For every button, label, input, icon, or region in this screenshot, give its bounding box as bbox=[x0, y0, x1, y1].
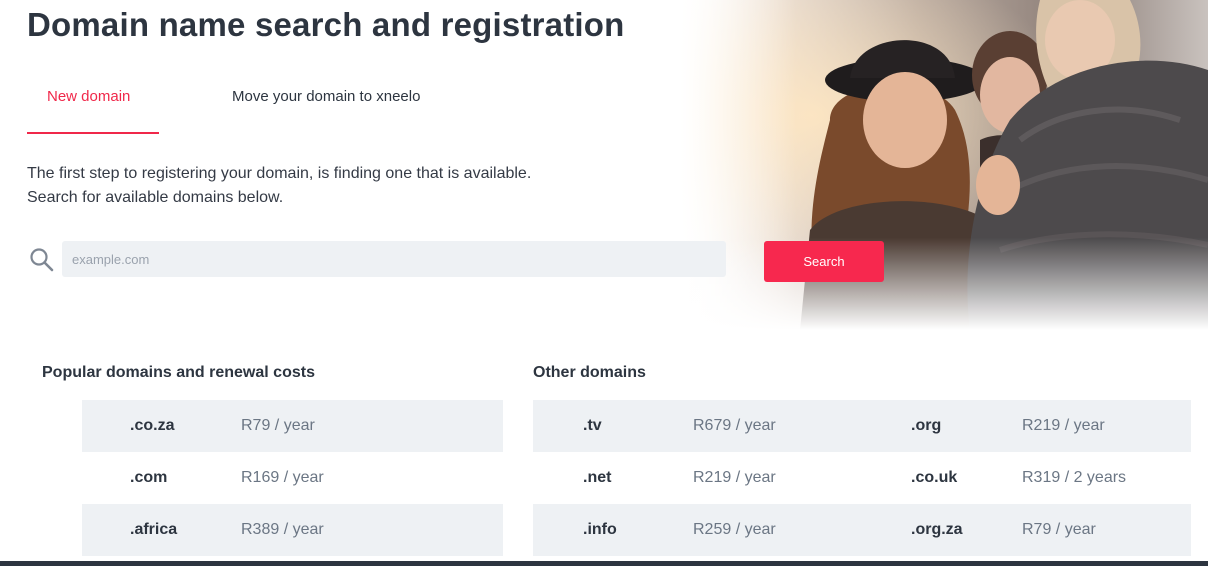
domain-price: R219 / year bbox=[1022, 417, 1105, 434]
table-row: .co.za R79 / year bbox=[82, 400, 503, 452]
other-domains-table: .tv R679 / year .org R219 / year .net R2… bbox=[533, 400, 1191, 556]
domain-price: R79 / year bbox=[1022, 521, 1096, 538]
domain-extension: .co.uk bbox=[911, 469, 958, 486]
tab-new-domain[interactable]: New domain bbox=[27, 86, 159, 134]
domain-extension: .africa bbox=[130, 521, 178, 538]
bottom-bar bbox=[0, 561, 1208, 566]
domain-price: R319 / 2 years bbox=[1022, 469, 1127, 486]
domain-price: R169 / year bbox=[241, 469, 324, 486]
domain-price: R259 / year bbox=[693, 521, 776, 538]
domain-extension: .tv bbox=[583, 417, 602, 434]
intro-text: The first step to registering your domai… bbox=[27, 162, 647, 210]
domain-extension: .org bbox=[911, 417, 942, 434]
search-icon bbox=[29, 247, 55, 273]
tabs: New domain Move your domain to xneelo bbox=[27, 86, 487, 134]
domain-extension: .co.za bbox=[130, 417, 175, 434]
table-row: .net R219 / year .co.uk R319 / 2 years bbox=[533, 452, 1191, 504]
table-row: .tv R679 / year .org R219 / year bbox=[533, 400, 1191, 452]
table-row: .com R169 / year bbox=[82, 452, 503, 504]
intro-line-1: The first step to registering your domai… bbox=[27, 165, 532, 182]
intro-line-2: Search for available domains below. bbox=[27, 189, 284, 206]
domain-price: R679 / year bbox=[693, 417, 776, 434]
domain-extension: .org.za bbox=[911, 521, 963, 538]
table-row: .info R259 / year .org.za R79 / year bbox=[533, 504, 1191, 556]
popular-domains-heading: Popular domains and renewal costs bbox=[42, 364, 315, 381]
domain-price: R219 / year bbox=[693, 469, 776, 486]
domain-extension: .info bbox=[583, 521, 617, 538]
search-button[interactable]: Search bbox=[764, 241, 884, 282]
table-row: .africa R389 / year bbox=[82, 504, 503, 556]
tab-move-domain[interactable]: Move your domain to xneelo bbox=[232, 86, 420, 134]
domain-search-input[interactable] bbox=[62, 241, 726, 277]
other-domains-heading: Other domains bbox=[533, 364, 646, 381]
domain-extension: .net bbox=[583, 469, 612, 486]
domain-price: R79 / year bbox=[241, 417, 315, 434]
page-title: Domain name search and registration bbox=[27, 6, 625, 43]
popular-domains-table: .co.za R79 / year .com R169 / year .afri… bbox=[82, 400, 503, 556]
hero-photo bbox=[680, 0, 1208, 330]
domain-price: R389 / year bbox=[241, 521, 324, 538]
domain-extension: .com bbox=[130, 469, 168, 486]
